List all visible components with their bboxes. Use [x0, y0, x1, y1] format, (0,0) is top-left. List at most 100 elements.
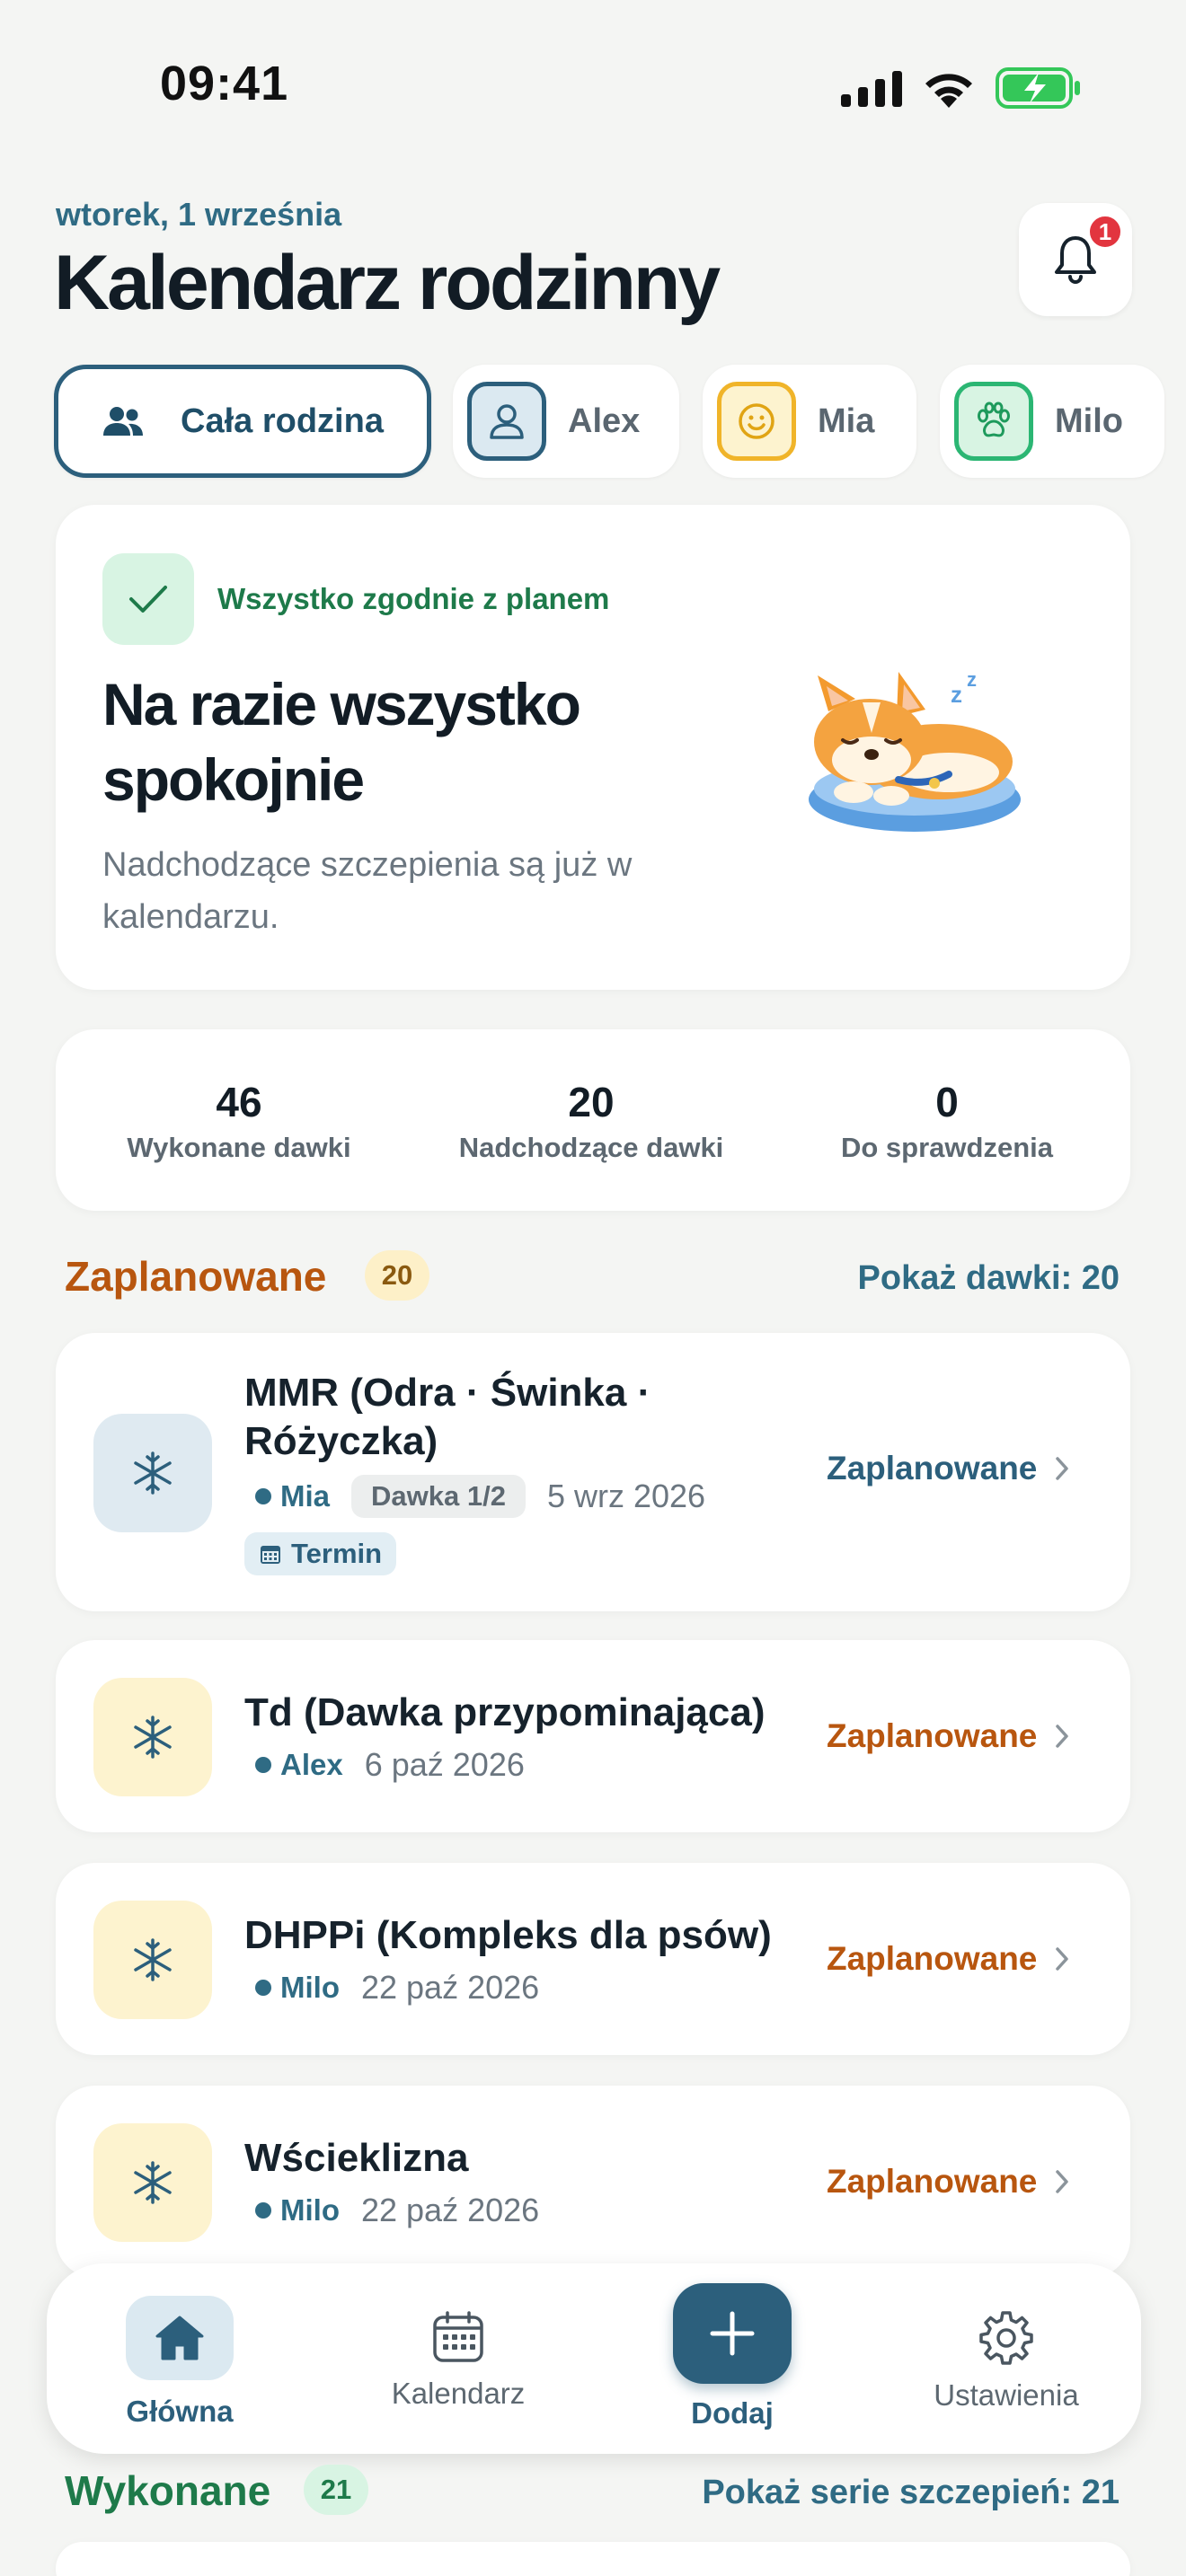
users-icon	[103, 407, 144, 436]
person-dot	[255, 1488, 271, 1504]
smiley-icon	[739, 403, 774, 439]
vaccine-name: Td (Dawka przypominająca)	[244, 1690, 766, 1734]
stat-review-value: 0	[935, 1079, 959, 1125]
filter-chip-milo[interactable]: Milo	[940, 365, 1164, 478]
avatar-milo	[954, 382, 1033, 461]
paw-icon	[978, 401, 1010, 437]
nav-settings[interactable]: Ustawienia	[907, 2310, 1105, 2413]
status-icons	[841, 63, 1084, 113]
vaccine-name: DHPPi (Kompleks dla psów)	[244, 1913, 772, 1957]
stat-upcoming-label: Nadchodzące dawki	[458, 1132, 724, 1163]
sleeping-dog-illustration: z z	[809, 668, 1021, 832]
nav-add[interactable]: Dodaj	[656, 2283, 809, 2430]
nav-settings-label: Ustawienia	[934, 2378, 1079, 2412]
snowflake-icon	[134, 1716, 172, 1759]
chevron-right-icon	[1056, 1947, 1069, 1971]
person-tag: Alex	[255, 1748, 343, 1782]
person-tag: Milo	[255, 1971, 340, 2005]
hero-description: Nadchodzące szczepienia są już w kalenda…	[102, 846, 633, 936]
nav-calendar[interactable]: Kalendarz	[368, 2310, 548, 2411]
person-dot	[255, 2202, 271, 2219]
status-label: Zaplanowane	[827, 1717, 1038, 1754]
home-icon	[155, 2316, 204, 2360]
dose-pill: Dawka 1/2	[351, 1475, 526, 1518]
avatar-alex	[467, 382, 546, 461]
term-pill: Termin	[244, 1532, 397, 1575]
add-button[interactable]	[673, 2283, 792, 2384]
status-link[interactable]: Zaplanowane	[827, 2163, 1069, 2201]
notification-badge: 1	[1087, 214, 1123, 250]
filter-chip-alex[interactable]: Alex	[453, 365, 679, 478]
vaccine-icon-box	[93, 1901, 212, 2019]
filter-chip-family[interactable]: Cała rodzina	[54, 365, 431, 478]
nav-home-highlight	[126, 2296, 234, 2380]
stat-review-label: Do sprawdzenia	[841, 1132, 1053, 1163]
status-link[interactable]: Zaplanowane	[827, 1450, 1069, 1487]
snowflake-icon	[134, 1938, 172, 1981]
vaccine-icon-box	[93, 1678, 212, 1796]
wifi-icon	[925, 74, 972, 108]
show-series-link[interactable]: Pokaż serie szczepień: 21	[629, 2474, 1120, 2512]
battery-charging-icon	[996, 67, 1080, 109]
current-date: wtorek, 1 września	[56, 196, 342, 233]
vaccine-date: 6 paź 2026	[364, 1746, 525, 1783]
snowflake-icon	[134, 1451, 172, 1495]
planned-section-title: Zaplanowane	[65, 1253, 327, 1300]
person-icon	[490, 404, 524, 439]
filter-chip-label: Mia	[818, 401, 875, 440]
filter-chip-label: Cała rodzina	[181, 401, 384, 440]
svg-text:z: z	[967, 668, 977, 691]
vaccine-meta: Alex 6 paź 2026	[255, 1746, 525, 1784]
page-title: Kalendarz rodzinny	[54, 240, 721, 326]
vaccine-meta: Milo 22 paź 2026	[255, 2192, 539, 2229]
filter-chip-label: Milo	[1055, 401, 1123, 440]
nav-calendar-label: Kalendarz	[391, 2377, 526, 2410]
checkmark-icon	[129, 586, 167, 613]
nav-home[interactable]: Główna	[99, 2296, 261, 2429]
term-label: Termin	[291, 1538, 383, 1569]
vaccine-name-line-1: MMR (Odra · Świnka ·	[244, 1371, 651, 1415]
vaccine-name-line-2: Różyczka)	[244, 1419, 438, 1463]
vaccine-date: 22 paź 2026	[360, 1969, 540, 2006]
nav-add-label: Dodaj	[691, 2396, 774, 2430]
vaccine-meta: Mia Dawka 1/2 5 wrz 2026	[255, 1475, 705, 1518]
svg-text:z: z	[951, 681, 962, 708]
status-time: 09:41	[160, 57, 289, 110]
vaccine-icon-box	[93, 1414, 212, 1532]
person-tag: Mia	[255, 1479, 330, 1513]
person-tag: Milo	[255, 2193, 340, 2228]
stat-completed-label: Wykonane dawki	[127, 1132, 351, 1163]
vaccine-meta: Milo 22 paź 2026	[255, 1969, 539, 2007]
stat-upcoming-value: 20	[568, 1079, 615, 1125]
person-dot	[255, 1980, 271, 1996]
filter-chip-mia[interactable]: Mia	[703, 365, 916, 478]
calendar-icon	[433, 2311, 483, 2362]
snowflake-icon	[134, 2161, 172, 2204]
person-name: Milo	[280, 1971, 340, 2004]
vaccine-name: Wścieklizna	[244, 2136, 469, 2180]
plus-icon	[710, 2311, 755, 2356]
person-name: Mia	[280, 1479, 331, 1513]
status-link[interactable]: Zaplanowane	[827, 1940, 1069, 1978]
nav-home-label: Główna	[126, 2395, 234, 2428]
stat-completed-value: 46	[216, 1079, 262, 1125]
hero-status-text: Wszystko zgodnie z planem	[217, 582, 610, 615]
status-link[interactable]: Zaplanowane	[827, 1717, 1069, 1755]
vaccine-date: 22 paź 2026	[360, 2192, 540, 2228]
chevron-right-icon	[1056, 1725, 1069, 1748]
done-section-title: Wykonane	[65, 2467, 271, 2514]
vaccine-date: 5 wrz 2026	[546, 1478, 706, 1514]
avatar-mia	[717, 382, 796, 461]
show-doses-link[interactable]: Pokaż dawki: 20	[719, 1259, 1120, 1298]
planned-count-badge: 20	[365, 1250, 429, 1301]
status-label: Zaplanowane	[827, 1940, 1038, 1977]
status-label: Zaplanowane	[827, 1450, 1038, 1486]
person-dot	[255, 1757, 271, 1773]
done-count-badge: 21	[304, 2465, 368, 2515]
vaccine-icon-box	[93, 2123, 212, 2242]
status-label: Zaplanowane	[827, 2163, 1038, 2200]
cellular-signal-icon	[841, 71, 902, 107]
person-name: Alex	[280, 1748, 343, 1781]
gear-icon	[979, 2311, 1033, 2365]
list-item[interactable]	[56, 2542, 1130, 2576]
